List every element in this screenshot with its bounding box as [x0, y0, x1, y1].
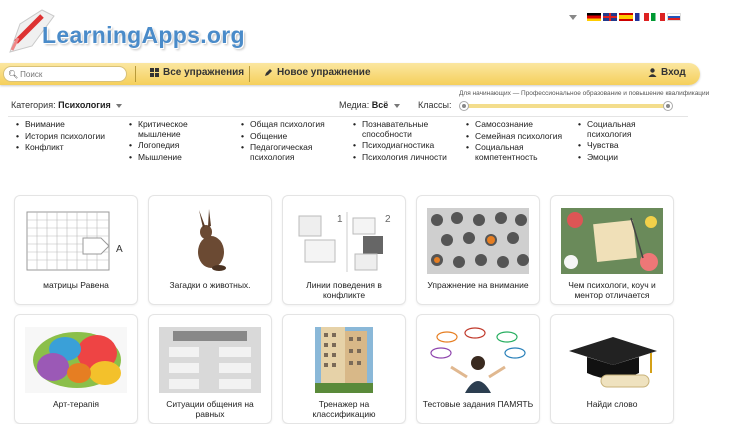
media-filter-value: Всё [371, 100, 389, 110]
svg-text:1: 1 [337, 214, 343, 225]
all-exercises-button[interactable]: Все упражнения [150, 67, 244, 78]
slider-handle-min[interactable] [459, 101, 469, 111]
category-column: Внимание История психологии Конфликт [14, 119, 122, 155]
graduation-cap-icon [569, 337, 657, 388]
user-icon [648, 68, 657, 77]
new-exercise-button[interactable]: Новое упражнение [264, 67, 371, 78]
rabbit-icon [198, 209, 226, 271]
category-link[interactable]: Общая психология [239, 119, 343, 130]
grades-filter-label: Классы: [418, 100, 452, 110]
app-card[interactable]: A матрицы Равена [14, 195, 138, 305]
category-link[interactable]: Логопедия [127, 140, 217, 151]
category-column: Критическое мышление Логопедия Мышление [127, 119, 217, 164]
login-button[interactable]: Вход [648, 67, 686, 78]
matrix-pattern-icon: A [26, 211, 123, 271]
category-link[interactable]: Внимание [14, 119, 122, 130]
app-card[interactable]: Ситуации общения на равных [148, 314, 272, 424]
app-card[interactable]: Чем психологи, коуч и ментор отличается [550, 195, 674, 305]
app-card-title: Линии поведения в конфликте [306, 280, 382, 300]
category-link[interactable]: Эмоции [576, 152, 676, 163]
app-card-title: матрицы Равена [43, 280, 109, 290]
slider-handle-max[interactable] [663, 101, 673, 111]
flag-en-icon[interactable] [603, 13, 617, 21]
thinking-girl-icon [430, 327, 526, 393]
app-card-title: Загадки о животных. [169, 280, 251, 290]
flag-ru-icon[interactable] [667, 13, 681, 21]
list-layout-icon [159, 327, 261, 393]
category-link[interactable]: Социальная психология [576, 119, 676, 139]
colorful-brain-icon [25, 327, 127, 393]
category-column: Самосознание Семейная психология Социаль… [464, 119, 574, 164]
divider [8, 116, 688, 117]
flag-it-icon[interactable] [651, 13, 665, 21]
flag-de-icon[interactable] [587, 13, 601, 21]
building-icon [315, 327, 373, 393]
nav-separator [135, 66, 136, 82]
flag-es-icon[interactable] [619, 13, 633, 21]
category-link[interactable]: Критическое мышление [127, 119, 217, 139]
grade-range-slider[interactable] [459, 101, 673, 111]
app-card-title: Тестовые задания ПАМЯТЬ [422, 399, 534, 409]
app-card[interactable]: Упражнение на внимание [416, 195, 540, 305]
app-card-title: Найди слово [586, 399, 638, 409]
chevron-down-icon [393, 103, 400, 108]
app-card[interactable]: Тренажер на классификацию [282, 314, 406, 424]
flag-fr-icon[interactable] [635, 13, 649, 21]
app-card[interactable]: Тестовые задания ПАМЯТЬ [416, 314, 540, 424]
category-column: Социальная психология Чувства Эмоции [576, 119, 676, 164]
category-link[interactable]: История психологии [14, 131, 122, 142]
top-navigation-bar: 🔍︎ Все упражнения Новое упражнение Вход [0, 63, 700, 85]
all-exercises-label: Все упражнения [163, 67, 245, 78]
app-card-title: Ситуации общения на равных [166, 399, 254, 419]
search-icon[interactable]: 🔍︎ [8, 70, 18, 79]
language-selector[interactable] [569, 13, 681, 21]
chevron-down-icon [116, 103, 123, 108]
dropdown-arrow-icon[interactable] [569, 14, 577, 20]
new-exercise-label: Новое упражнение [277, 67, 371, 78]
category-link[interactable]: Самосознание [464, 119, 574, 130]
app-card[interactable]: Арт-терапія [14, 314, 138, 424]
category-link[interactable]: Семейная психология [464, 131, 574, 142]
category-link[interactable]: Психодиагностика [351, 140, 461, 151]
category-link[interactable]: Чувства [576, 140, 676, 151]
search-box[interactable]: 🔍︎ [3, 66, 127, 82]
slider-track[interactable] [465, 104, 667, 108]
category-filter-value: Психология [58, 100, 111, 110]
grade-slider-caption: Для начинающих — Профессиональное образо… [459, 90, 710, 97]
app-card-title: Упражнение на внимание [427, 280, 529, 290]
login-label: Вход [661, 67, 686, 78]
category-link[interactable]: Общение [239, 131, 343, 142]
category-filter[interactable]: Категория: Психология [11, 100, 123, 110]
category-link[interactable]: Познавательные способности [351, 119, 461, 139]
category-column: Общая психология Общение Педагогическая … [239, 119, 343, 164]
pencil-icon [265, 69, 272, 76]
svg-text:A: A [116, 244, 123, 255]
app-card-title: Тренажер на классификацию [312, 399, 376, 419]
notebook-flowers-icon [561, 208, 663, 274]
category-link[interactable]: Психология личности [351, 152, 461, 163]
category-filter-label: Категория: [11, 100, 56, 110]
category-link[interactable]: Мышление [127, 152, 217, 163]
media-filter[interactable]: Медиа: Всё [339, 100, 400, 110]
app-card[interactable]: Найди слово [550, 314, 674, 424]
category-link[interactable]: Педагогическая психология [239, 142, 343, 162]
cats-crowd-icon [427, 208, 529, 274]
app-card[interactable]: Загадки о животных. [148, 195, 272, 305]
card-pairs-icon: 1 2 [298, 212, 391, 272]
category-column: Познавательные способности Психодиагност… [351, 119, 461, 164]
category-link[interactable]: Конфликт [14, 142, 122, 153]
grid-icon [150, 68, 159, 77]
search-input[interactable] [18, 69, 121, 79]
app-card-title: Арт-терапія [52, 399, 99, 409]
app-card[interactable]: 1 2 Линии поведения в конфликте [282, 195, 406, 305]
app-card-title: Чем психологи, коуч и ментор отличается [568, 280, 656, 300]
svg-text:2: 2 [385, 214, 391, 225]
logo[interactable]: LearningApps.org [2, 2, 245, 62]
media-filter-label: Медиа: [339, 100, 370, 110]
category-link[interactable]: Социальная компетентность [464, 142, 574, 162]
nav-separator [249, 66, 250, 82]
logo-text: LearningApps.org [42, 22, 245, 48]
